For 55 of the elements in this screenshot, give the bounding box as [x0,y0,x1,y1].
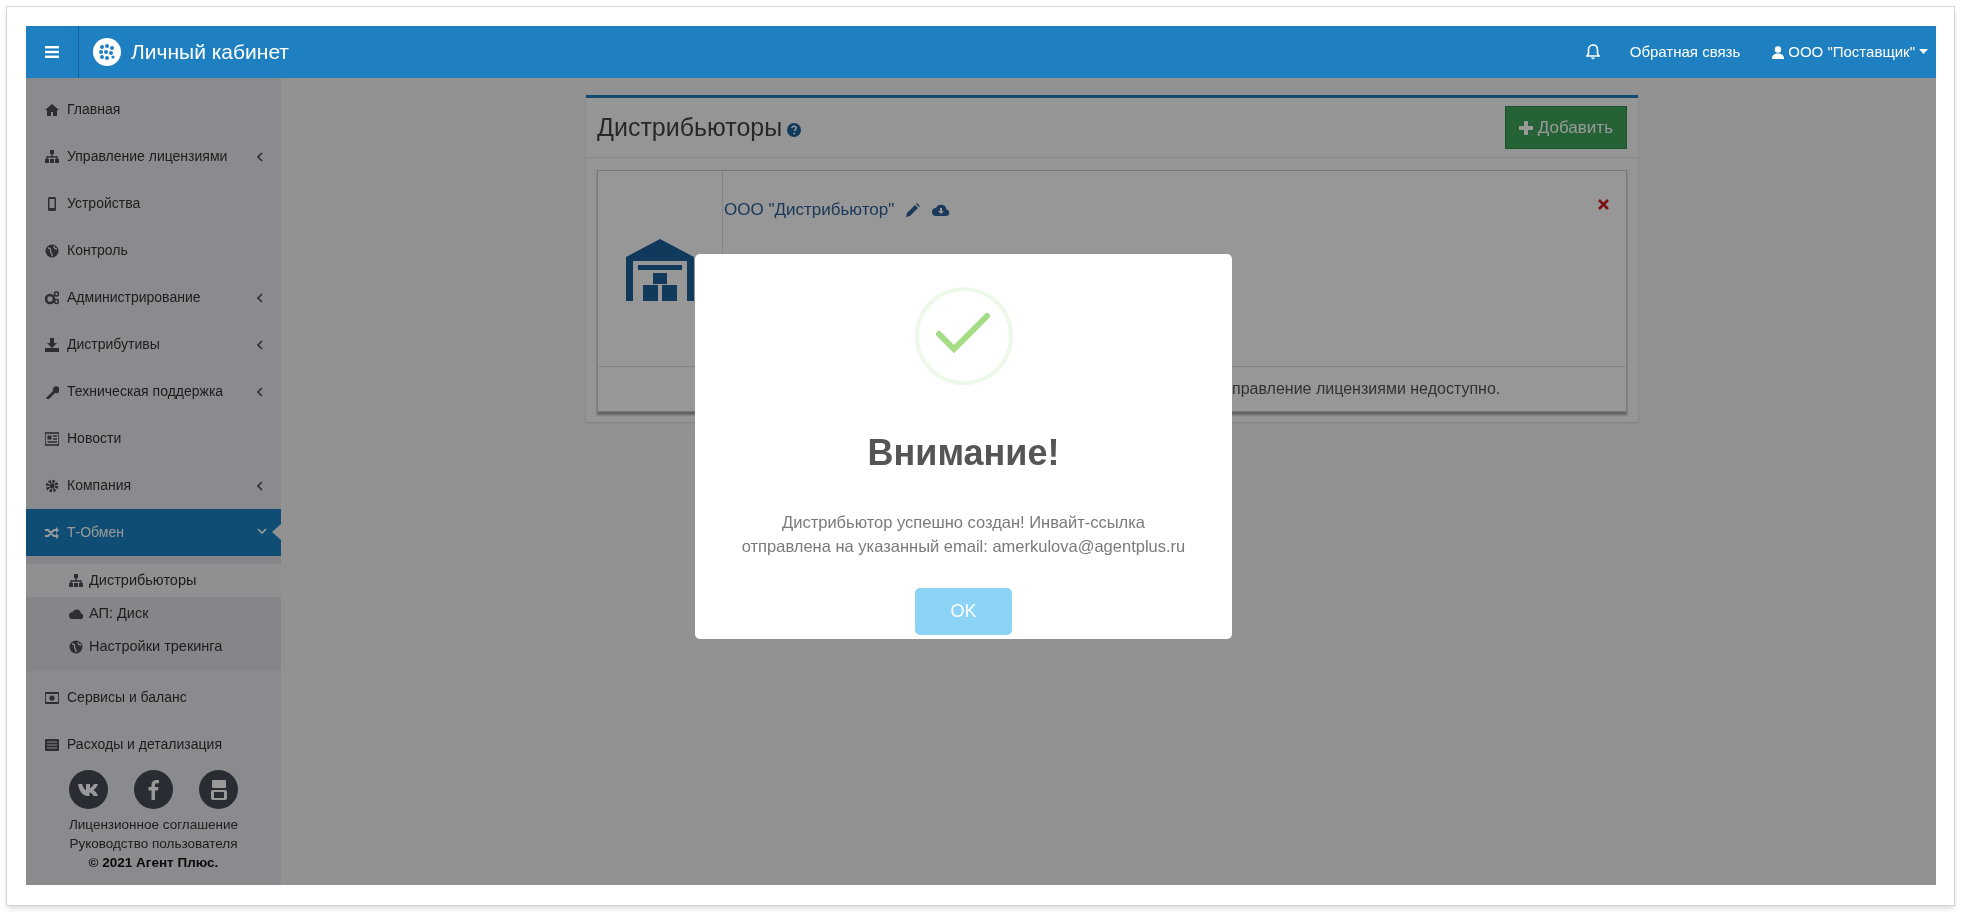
wrench-icon [45,384,59,399]
distributor-name-link[interactable]: ООО "Дистрибьютор" [724,197,895,223]
sidebar-item[interactable]: Новости [26,415,281,462]
license-note: правление лицензиями недоступно. [1232,379,1501,399]
sidebar-item[interactable]: Дистрибутивы [26,321,281,368]
panel-title: Дистрибьюторы [597,111,783,143]
sidebar-item[interactable]: Техническая поддержка [26,368,281,415]
help-icon[interactable] [787,122,802,137]
shuffle-icon [45,525,59,540]
footer-link[interactable]: Лицензионное соглашение [68,815,239,834]
submenu-item[interactable]: АП: Диск [26,597,281,630]
download-icon [45,337,59,352]
success-check-icon [913,286,1014,386]
dialog-message: Дистрибьютор успешно создан! Инвайт-ссылка отправлена на указанный email: amerkulova@agentplus.ru [740,512,1187,557]
sidebar-item[interactable]: Т-Обмен [26,509,281,556]
sidebar-item[interactable]: Администрирование [26,274,281,321]
submenu-item[interactable]: Дистрибьюторы [26,564,281,597]
phone-icon [45,196,59,211]
pencil-icon[interactable] [906,202,921,217]
list-icon [45,737,59,752]
active-pointer [272,524,281,540]
gear-icon [45,478,59,493]
vk-icon[interactable] [69,770,108,809]
globe-icon [69,639,83,654]
cloud-icon [69,606,83,621]
dialog-title: Внимание! [867,431,1060,475]
newspaper-icon [45,431,59,446]
plus-icon [1518,120,1533,135]
facebook-icon[interactable] [134,770,173,809]
sidebar-item[interactable]: Управление лицензиями [26,133,281,180]
gears-icon [45,290,59,305]
app-title: Личный кабинет [131,39,289,66]
footer-link[interactable]: Руководство пользователя [69,834,238,853]
sidebar-item[interactable]: Главная [26,86,281,133]
caret-icon [1919,49,1928,55]
sidebar-item[interactable]: Устройства [26,180,281,227]
close-icon[interactable] [1598,199,1609,210]
copyright-text: © 2021 Агент Плюс. [88,854,219,872]
sidebar-item[interactable]: Компания [26,462,281,509]
add-button[interactable]: Добавить [1504,106,1627,149]
user-icon [1772,45,1785,59]
sidebar-item[interactable]: Сервисы и баланс [26,674,281,721]
globe-icon [45,243,59,258]
cloud-download-icon[interactable] [932,202,951,217]
sidebar-item[interactable]: Расходы и детализация [26,721,281,768]
banknote-icon [45,690,59,705]
submenu-item[interactable]: Настройки трекинга [26,630,281,663]
feedback-link[interactable]: Обратная связь [1629,40,1741,64]
house-icon [45,102,59,117]
sitemap-icon [69,573,83,588]
sitemap-icon [45,149,59,164]
logo-icon [93,38,121,66]
notification-bell-icon[interactable] [1585,44,1600,60]
sidebar-item[interactable]: Контроль [26,227,281,274]
user-menu[interactable]: ООО "Поставщик" [1772,40,1928,64]
